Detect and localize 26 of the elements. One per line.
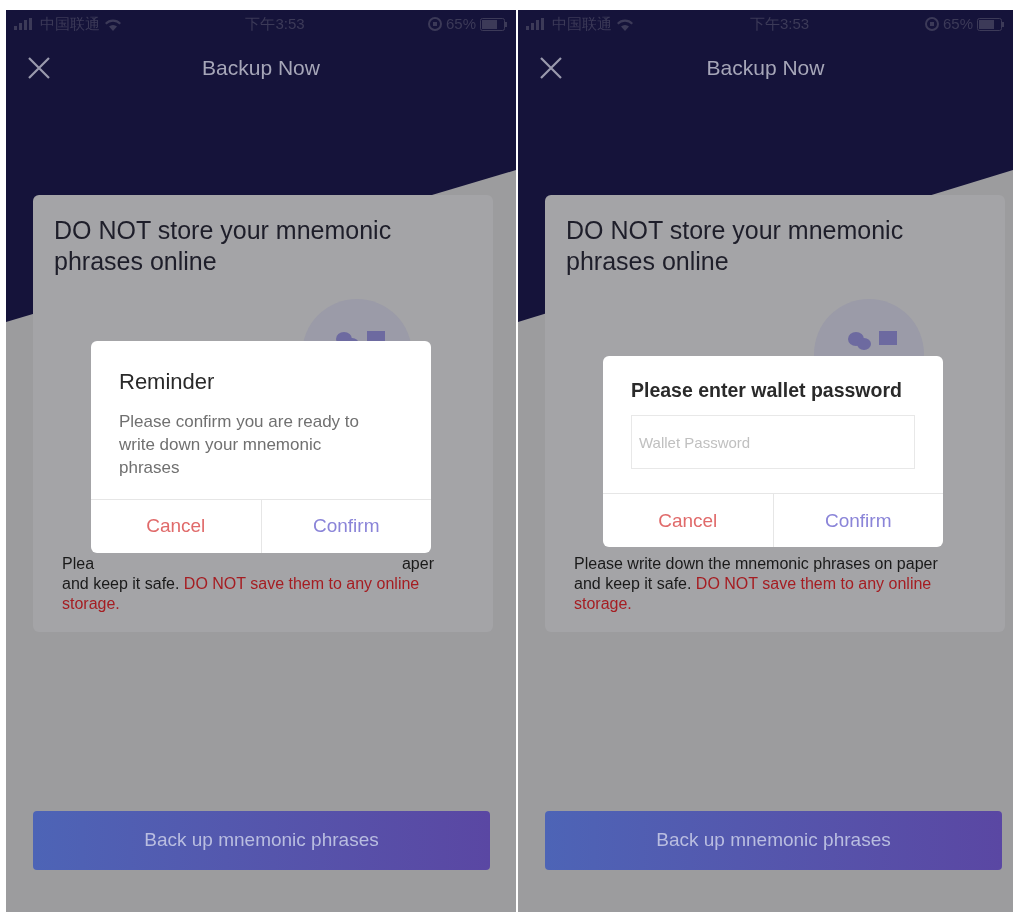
confirm-button[interactable]: Confirm bbox=[260, 500, 431, 553]
wifi-icon bbox=[616, 17, 634, 31]
dialog-title: Please enter wallet password bbox=[631, 378, 903, 403]
backup-button[interactable]: Back up mnemonic phrases bbox=[33, 811, 490, 870]
rotation-lock-icon bbox=[924, 17, 939, 31]
rotation-lock-icon bbox=[427, 17, 442, 31]
card-title: DO NOT store your mnemonic phrases online bbox=[566, 215, 905, 277]
dialog-title: Reminder bbox=[119, 368, 216, 396]
cancel-button[interactable]: Cancel bbox=[91, 500, 261, 553]
dialog-message: Please confirm you are ready to write down your mnemonic phrases bbox=[119, 411, 360, 479]
close-icon[interactable] bbox=[540, 57, 562, 79]
page-title: Backup Now bbox=[706, 55, 825, 82]
close-icon[interactable] bbox=[28, 57, 50, 79]
note-fragment: Plea bbox=[62, 554, 95, 574]
safety-note: and keep it safe. DO NOT save them to any online storage. bbox=[62, 574, 421, 614]
card-title: DO NOT store your mnemonic phrases online bbox=[54, 215, 393, 277]
confirm-button[interactable]: Confirm bbox=[772, 494, 943, 548]
battery-icon bbox=[977, 17, 1005, 31]
note-fragment: aper bbox=[401, 554, 434, 574]
cancel-button[interactable]: Cancel bbox=[603, 494, 773, 548]
backup-button[interactable]: Back up mnemonic phrases bbox=[545, 811, 1002, 870]
wifi-icon bbox=[104, 17, 122, 31]
password-field[interactable]: Wallet Password bbox=[631, 415, 915, 470]
safety-note: Please write down the mnemonic phrases on paper and keep it safe. DO NOT save them to any online storage. bbox=[574, 554, 939, 614]
page-title: Backup Now bbox=[202, 55, 320, 82]
battery-icon bbox=[480, 17, 508, 31]
